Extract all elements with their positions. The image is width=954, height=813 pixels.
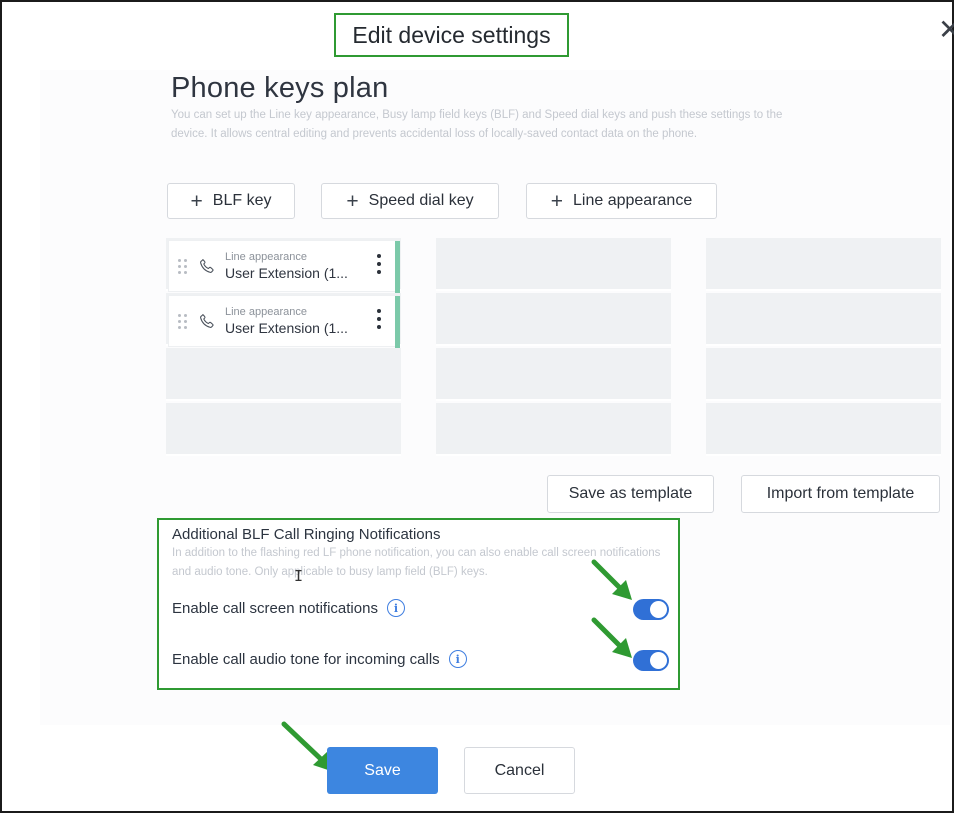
key-card-line-appearance[interactable]: Line appearance User Extension (1...: [168, 240, 400, 293]
key-accent-bar: [395, 296, 400, 348]
key-slot[interactable]: [706, 403, 941, 456]
option-call-audio-tone: Enable call audio tone for incoming call…: [172, 650, 467, 668]
phone-icon: [200, 314, 214, 328]
key-card-line-appearance[interactable]: Line appearance User Extension (1...: [168, 295, 400, 348]
key-column-3: [706, 238, 941, 458]
info-icon[interactable]: i: [448, 650, 467, 668]
key-type-label: Line appearance: [225, 251, 307, 263]
add-line-appearance-label: Line appearance: [573, 192, 693, 209]
call-screen-notifications-toggle[interactable]: [633, 599, 669, 620]
key-slot[interactable]: [436, 293, 671, 346]
add-blf-key-label: BLF key: [212, 192, 272, 209]
info-icon[interactable]: i: [386, 599, 405, 617]
drag-handle-icon[interactable]: [178, 258, 188, 274]
annotation-arrow-icon: [591, 617, 632, 658]
page-description: You can set up the Line key appearance, …: [171, 109, 783, 140]
key-type-label: Line appearance: [225, 306, 307, 318]
key-slot[interactable]: [166, 348, 401, 401]
option-label: Enable call audio tone for incoming call…: [172, 650, 440, 668]
key-slot[interactable]: [706, 293, 941, 346]
text-cursor-icon: I: [294, 567, 304, 585]
add-blf-key-button[interactable]: + BLF key: [167, 183, 295, 219]
key-column-2: [436, 238, 671, 458]
key-name-label: User Extension (1...: [225, 265, 348, 281]
drag-handle-icon[interactable]: [178, 313, 188, 329]
plus-icon: +: [190, 189, 203, 213]
add-line-appearance-button[interactable]: + Line appearance: [526, 183, 717, 219]
save-as-template-button[interactable]: Save as template: [547, 475, 714, 513]
cancel-button[interactable]: Cancel: [464, 747, 575, 794]
add-speed-dial-key-label: Speed dial key: [368, 192, 474, 209]
option-call-screen-notifications: Enable call screen notifications i: [172, 599, 405, 617]
import-from-template-button[interactable]: Import from template: [741, 475, 940, 513]
close-icon[interactable]: ✕: [938, 16, 954, 44]
save-button[interactable]: Save: [327, 747, 438, 794]
dialog-title: Edit device settings: [334, 13, 569, 57]
phone-icon: [200, 259, 214, 273]
call-audio-tone-toggle[interactable]: [633, 650, 669, 671]
add-speed-dial-key-button[interactable]: + Speed dial key: [321, 183, 499, 219]
key-name-label: User Extension (1...: [225, 320, 348, 336]
key-slot[interactable]: [436, 403, 671, 456]
annotation-arrow-icon: [591, 559, 632, 600]
key-slot[interactable]: [706, 238, 941, 291]
key-slot[interactable]: [706, 348, 941, 401]
option-label: Enable call screen notifications: [172, 599, 378, 617]
toggle-knob: [650, 601, 667, 618]
key-slot[interactable]: [166, 403, 401, 456]
key-slot[interactable]: [436, 348, 671, 401]
page-title: Phone keys plan: [171, 72, 389, 104]
more-options-icon[interactable]: [377, 254, 381, 274]
notifications-title: Additional BLF Call Ringing Notification…: [172, 526, 441, 543]
plus-icon: +: [550, 189, 564, 213]
key-accent-bar: [395, 241, 400, 293]
toggle-knob: [650, 652, 667, 669]
key-slot[interactable]: [436, 238, 671, 291]
plus-icon: +: [346, 189, 359, 213]
more-options-icon[interactable]: [377, 309, 381, 329]
